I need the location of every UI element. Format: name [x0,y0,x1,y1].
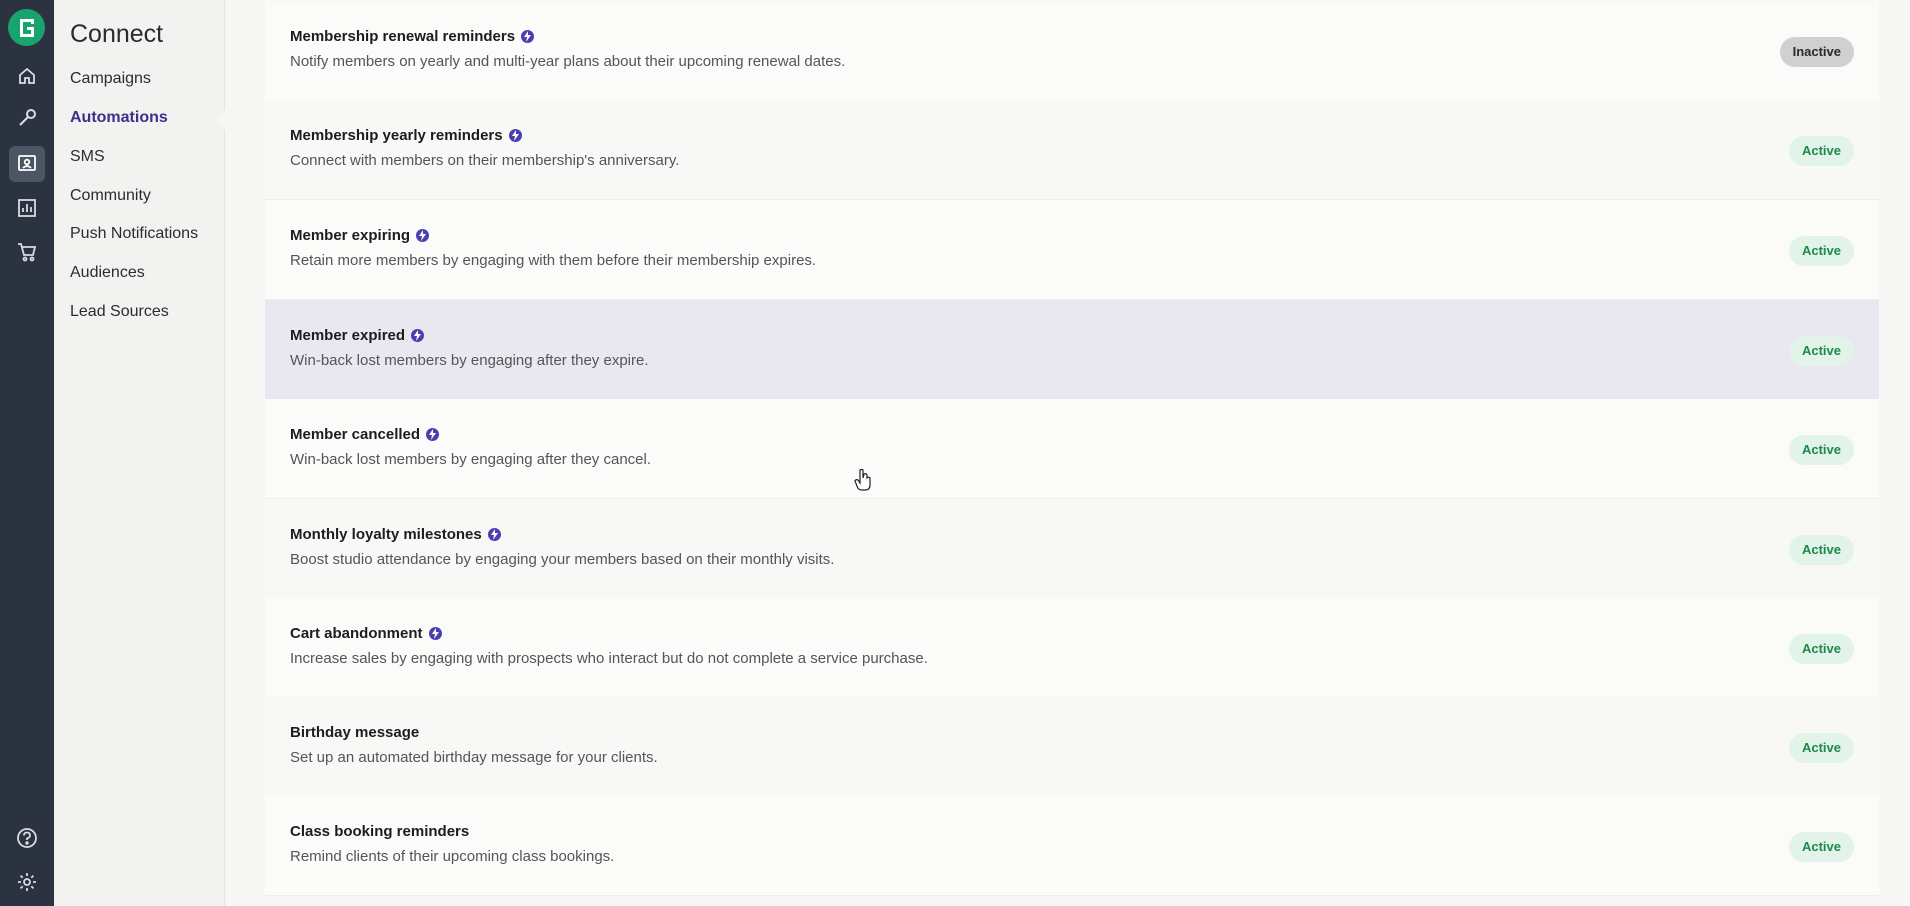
automation-title: Membership renewal reminders [290,28,516,45]
active-caret [215,110,225,130]
icon-rail [0,0,54,906]
automation-title-wrap: Membership renewal reminders [290,28,535,45]
automation-title: Birthday message [290,724,420,741]
automation-row[interactable]: Monthly loyalty milestones Boost studio … [265,499,1879,599]
automation-title-wrap: Member expiring [290,227,430,244]
automation-title: Member expiring [290,227,411,244]
wrench-icon[interactable] [9,100,45,136]
automation-title-wrap: Member cancelled [290,426,440,443]
automation-description: Set up an automated birthday message for… [290,749,658,766]
section-title: Connect [70,20,164,48]
status-badge[interactable]: Inactive [1779,37,1854,67]
automation-row[interactable]: Member expiring Retain more members by e… [265,200,1879,300]
automation-title-wrap: Membership yearly reminders [290,127,522,144]
automation-description: Win-back lost members by engaging after … [290,352,649,369]
automation-title-wrap: Member expired [290,327,425,344]
automation-title-wrap: Monthly loyalty milestones [290,526,501,543]
subnav-item-community[interactable]: Community [70,187,151,205]
premium-bolt-icon [416,229,430,242]
subnav-item-lead-sources[interactable]: Lead Sources [70,303,169,321]
automation-description: Increase sales by engaging with prospect… [290,650,928,667]
premium-bolt-icon [428,627,442,640]
connect-subnav: Connect Campaigns Automations SMS Commun… [54,0,225,906]
premium-bolt-icon [411,329,425,342]
subnav-item-automations[interactable]: Automations [70,109,168,127]
home-icon[interactable] [9,58,45,94]
premium-bolt-icon [487,528,501,541]
automation-description: Remind clients of their upcoming class b… [290,848,615,865]
status-badge[interactable]: Active [1788,733,1854,763]
automations-list: Membership renewal reminders Notify memb… [265,0,1879,906]
premium-bolt-icon [508,129,522,142]
automation-description: Retain more members by engaging with the… [290,252,817,269]
subnav-item-push-notifications[interactable]: Push Notifications [70,225,198,243]
automation-row[interactable]: Class booking reminders Remind clients o… [265,796,1879,896]
status-badge[interactable]: Active [1788,136,1854,166]
hand-cursor-icon [854,468,872,497]
automation-description: Win-back lost members by engaging after … [290,451,652,468]
status-badge[interactable]: Active [1788,236,1854,266]
status-badge[interactable]: Active [1788,435,1854,465]
automation-title: Cart abandonment [290,625,423,642]
reports-icon[interactable] [9,190,45,226]
automation-row[interactable]: Member cancelled Win-back lost members b… [265,399,1879,499]
premium-bolt-icon [426,428,440,441]
subnav-item-sms[interactable]: SMS [70,148,105,166]
automation-title: Class booking reminders [290,823,470,840]
status-badge[interactable]: Active [1788,535,1854,565]
status-badge[interactable]: Active [1788,336,1854,366]
automation-title: Member expired [290,327,406,344]
automation-title: Monthly loyalty milestones [290,526,482,543]
automation-row[interactable]: Cart abandonment Increase sales by engag… [265,598,1879,698]
automation-title-wrap: Cart abandonment [290,625,442,642]
automation-description: Boost studio attendance by engaging your… [290,551,835,568]
automation-title: Member cancelled [290,426,421,443]
status-badge[interactable]: Active [1788,634,1854,664]
automation-row[interactable]: Member expired Win-back lost members by … [265,300,1879,400]
help-icon[interactable] [9,820,45,856]
status-badge[interactable]: Active [1788,832,1854,862]
automation-row[interactable]: Membership yearly reminders Connect with… [265,100,1879,200]
automation-title-wrap: Birthday message [290,724,419,741]
automation-row[interactable]: Birthday message Set up an automated bir… [265,697,1879,797]
connect-icon[interactable] [9,146,45,182]
automation-title-wrap: Class booking reminders [290,823,469,840]
premium-bolt-icon [521,30,535,43]
automation-description: Notify members on yearly and multi-year … [290,53,846,70]
subnav-item-campaigns[interactable]: Campaigns [70,70,151,88]
automation-row[interactable]: Membership renewal reminders Notify memb… [265,1,1879,101]
logo-icon[interactable] [8,9,45,46]
cart-icon[interactable] [9,234,45,270]
automation-title: Membership yearly reminders [290,127,503,144]
automation-description: Connect with members on their membership… [290,152,680,169]
settings-icon[interactable] [9,864,45,900]
subnav-item-audiences[interactable]: Audiences [70,264,145,282]
